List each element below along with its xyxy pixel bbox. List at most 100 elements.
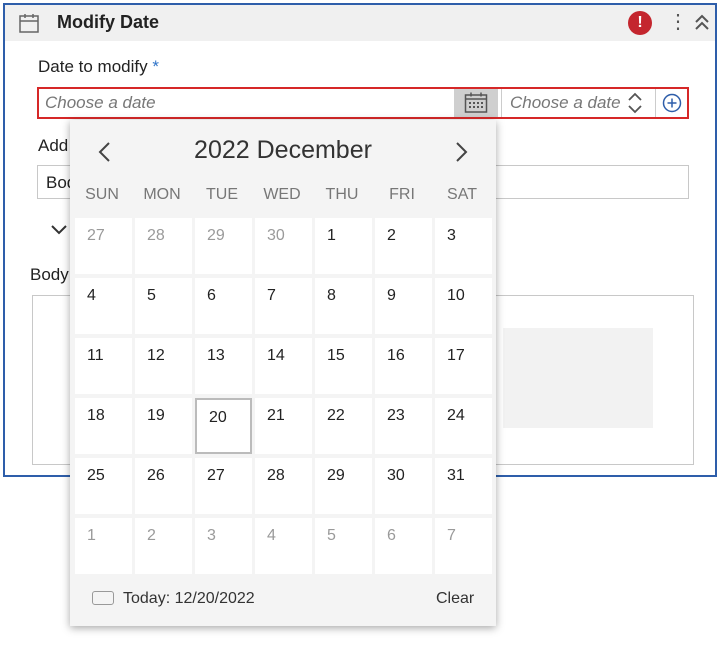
day-cell[interactable]: 13 — [195, 338, 252, 394]
day-cell[interactable]: 4 — [255, 518, 312, 574]
day-cell[interactable]: 30 — [255, 218, 312, 274]
day-cell[interactable]: 6 — [375, 518, 432, 574]
day-cell[interactable]: 9 — [375, 278, 432, 334]
day-number: 31 — [447, 467, 465, 484]
day-cell[interactable]: 16 — [375, 338, 432, 394]
day-cell[interactable]: 7 — [435, 518, 492, 574]
day-cell[interactable]: 3 — [195, 518, 252, 574]
day-number: 30 — [267, 227, 285, 244]
day-cell[interactable]: 31 — [435, 458, 492, 514]
day-number: 13 — [207, 347, 225, 364]
add-button[interactable] — [655, 89, 688, 117]
day-number: 7 — [267, 287, 276, 304]
day-number: 16 — [387, 347, 405, 364]
day-cell[interactable]: 19 — [135, 398, 192, 454]
day-cell[interactable]: 30 — [375, 458, 432, 514]
day-cell[interactable]: 5 — [315, 518, 372, 574]
day-number: 30 — [387, 467, 405, 484]
body-placeholder-block — [503, 328, 653, 428]
day-cell[interactable]: 29 — [195, 218, 252, 274]
add-label: Add — [38, 136, 69, 155]
day-cell[interactable]: 24 — [435, 398, 492, 454]
day-number: 1 — [87, 527, 96, 544]
day-number: 6 — [207, 287, 216, 304]
day-number: 11 — [87, 347, 104, 364]
date-time-row: Choose a date Choose a date — [37, 87, 689, 119]
day-cell[interactable]: 23 — [375, 398, 432, 454]
day-number: 4 — [267, 527, 276, 544]
day-cell[interactable]: 10 — [435, 278, 492, 334]
date-to-modify-label: Date to modify * — [38, 57, 159, 77]
day-cell[interactable]: 17 — [435, 338, 492, 394]
day-cell[interactable]: 21 — [255, 398, 312, 454]
day-number: 7 — [447, 527, 456, 544]
day-number: 20 — [209, 409, 227, 426]
more-options-icon[interactable]: ⋮ — [668, 9, 688, 35]
day-number: 1 — [327, 227, 336, 244]
day-cell[interactable]: 26 — [135, 458, 192, 514]
day-number: 14 — [267, 347, 285, 364]
day-cell[interactable]: 12 — [135, 338, 192, 394]
day-number: 27 — [87, 227, 105, 244]
day-cell[interactable]: 1 — [315, 218, 372, 274]
calendar-picker-icon — [464, 92, 488, 113]
day-cell[interactable]: 14 — [255, 338, 312, 394]
day-cell[interactable]: 1 — [75, 518, 132, 574]
day-number: 22 — [327, 407, 345, 424]
plus-circle-icon — [662, 93, 682, 113]
day-number: 21 — [267, 407, 285, 424]
day-number: 6 — [387, 527, 396, 544]
clear-button[interactable]: Clear — [436, 590, 474, 608]
day-cell[interactable]: 3 — [435, 218, 492, 274]
collapse-icon[interactable] — [691, 11, 713, 35]
day-cell[interactable]: 18 — [75, 398, 132, 454]
day-number: 3 — [447, 227, 456, 244]
day-cell[interactable]: 6 — [195, 278, 252, 334]
day-number: 27 — [207, 467, 225, 484]
day-cell[interactable]: 11 — [75, 338, 132, 394]
spinner-arrows-icon[interactable] — [626, 91, 644, 115]
calendar-icon — [19, 14, 39, 33]
day-cell[interactable]: 8 — [315, 278, 372, 334]
open-calendar-button[interactable] — [454, 89, 498, 117]
day-number: 29 — [207, 227, 225, 244]
day-cell[interactable]: 22 — [315, 398, 372, 454]
day-number: 2 — [147, 527, 156, 544]
day-cell[interactable]: 25 — [75, 458, 132, 514]
day-number: 8 — [327, 287, 336, 304]
day-cell[interactable]: 2 — [375, 218, 432, 274]
today-checkbox-icon[interactable] — [92, 591, 114, 605]
day-cell[interactable]: 27 — [75, 218, 132, 274]
day-cell[interactable]: 29 — [315, 458, 372, 514]
day-cell[interactable]: 5 — [135, 278, 192, 334]
day-cell[interactable]: 15 — [315, 338, 372, 394]
day-number: 18 — [87, 407, 105, 424]
day-number: 29 — [327, 467, 345, 484]
day-cell[interactable]: 2 — [135, 518, 192, 574]
day-number: 28 — [147, 227, 165, 244]
day-number: 15 — [327, 347, 345, 364]
day-number: 12 — [147, 347, 165, 364]
weekday-mon: MON — [143, 186, 181, 203]
day-number: 9 — [387, 287, 396, 304]
day-cell[interactable]: 28 — [135, 218, 192, 274]
day-cell-today[interactable]: 20 — [195, 398, 252, 454]
day-number: 2 — [387, 227, 396, 244]
date-input[interactable]: Choose a date — [39, 89, 454, 117]
today-label[interactable]: Today: 12/20/2022 — [123, 590, 255, 608]
day-number: 4 — [87, 287, 96, 304]
next-month-icon[interactable] — [450, 140, 472, 164]
weekday-sun: SUN — [85, 186, 119, 203]
day-number: 24 — [447, 407, 465, 424]
error-icon[interactable]: ! — [628, 11, 652, 35]
weekday-wed: WED — [263, 186, 301, 203]
day-cell[interactable]: 27 — [195, 458, 252, 514]
day-number: 25 — [87, 467, 105, 484]
day-cell[interactable]: 4 — [75, 278, 132, 334]
month-label[interactable]: 2022 December — [70, 136, 496, 165]
day-cell[interactable]: 28 — [255, 458, 312, 514]
day-cell[interactable]: 7 — [255, 278, 312, 334]
panel-title: Modify Date — [57, 12, 160, 32]
required-mark: * — [152, 57, 159, 76]
chevron-down-icon[interactable] — [50, 223, 68, 237]
